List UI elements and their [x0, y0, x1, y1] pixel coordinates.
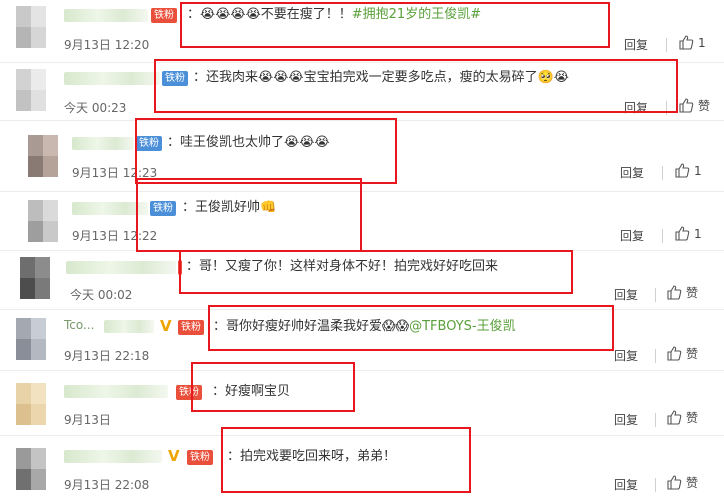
username[interactable] [104, 320, 154, 333]
reply-button[interactable]: 回复 [620, 164, 644, 181]
comment-row: 铁粉 ：😭😭😭😭不要在瘦了！！#拥抱21岁的王俊凯# 9月13日 12:20 回… [0, 0, 724, 62]
username[interactable] [72, 202, 148, 215]
vip-icon: V [160, 317, 172, 335]
reply-button[interactable]: 回复 [614, 411, 638, 428]
like-button[interactable]: 赞 [678, 97, 710, 114]
timestamp: 9月13日 12:22 [72, 229, 158, 243]
reply-button[interactable]: 回复 [624, 36, 648, 53]
comment-row: 铁粉 ：还我肉来😭😭😭宝宝拍完戏一定要多吃点，瘦的太易碎了🥺😭 今天 00:23… [0, 63, 724, 120]
thumbs-up-icon [679, 35, 694, 50]
timestamp: 9月13日 12:20 [64, 38, 150, 52]
timestamp: 9月13日 [64, 413, 111, 427]
divider [655, 349, 656, 363]
username[interactable] [72, 137, 134, 150]
like-button[interactable]: 1 [678, 34, 706, 50]
vip-icon: V [168, 447, 180, 465]
mention-link[interactable]: @TFBOYS-王俊凯 [409, 319, 516, 334]
like-button[interactable]: 赞 [666, 409, 698, 426]
reply-button[interactable]: 回复 [620, 227, 644, 244]
fan-badge: 铁粉 [150, 201, 176, 216]
username[interactable] [64, 72, 160, 85]
fan-badge: 铁粉 [176, 385, 202, 400]
thumbs-up-icon [675, 163, 690, 178]
comment-row: 铁粉 ：王俊凯好帅👊 9月13日 12:22 回复 1 [0, 192, 724, 250]
divider [666, 38, 667, 52]
comment-text: ：哇王俊凯也太帅了😭😭😭 [167, 135, 330, 150]
divider [655, 288, 656, 302]
comment-row: 铁粉 ：好瘦啊宝贝 9月13日 回复 赞 [0, 371, 724, 435]
avatar[interactable] [16, 69, 46, 111]
timestamp: 9月13日 22:18 [64, 349, 150, 363]
thumbs-up-icon [667, 410, 682, 425]
fan-badge: 铁粉 [178, 320, 204, 335]
like-button[interactable]: 赞 [666, 474, 698, 491]
username-prefix[interactable]: Tco... [64, 318, 94, 332]
timestamp: 今天 00:23 [64, 101, 127, 115]
divider [655, 478, 656, 492]
comment-row: ：哥！又瘦了你！这样对身体不好！拍完戏好好吃回来 今天 00:02 回复 赞 [0, 251, 724, 309]
avatar[interactable] [28, 135, 58, 177]
fan-badge: 铁粉 [162, 71, 188, 86]
avatar[interactable] [20, 257, 50, 299]
comment-text: ：哥！又瘦了你！这样对身体不好！拍完戏好好吃回来 [186, 259, 499, 274]
thumbs-up-icon [667, 285, 682, 300]
hashtag-link[interactable]: #拥抱21岁的王俊凯# [352, 7, 481, 22]
thumbs-up-icon [667, 475, 682, 490]
like-button[interactable]: 赞 [666, 284, 698, 301]
comment-row: V 铁粉 ：拍完戏要吃回来呀，弟弟！ 9月13日 22:08 回复 赞 [0, 436, 724, 501]
thumbs-up-icon [675, 226, 690, 241]
comment-text: ：哥你好瘦好帅好温柔我好爱😱😱@TFBOYS-王俊凯 [213, 319, 516, 334]
divider [662, 166, 663, 180]
reply-button[interactable]: 回复 [624, 99, 648, 116]
avatar[interactable] [16, 383, 46, 425]
divider [666, 101, 667, 115]
reply-button[interactable]: 回复 [614, 286, 638, 303]
divider [662, 229, 663, 243]
fan-badge [178, 260, 182, 275]
fan-badge: 铁粉 [151, 8, 177, 23]
like-button[interactable]: 1 [674, 162, 702, 178]
divider [655, 413, 656, 427]
timestamp: 今天 00:02 [70, 288, 133, 302]
comment-text: ：还我肉来😭😭😭宝宝拍完戏一定要多吃点，瘦的太易碎了🥺😭 [193, 70, 569, 85]
avatar[interactable] [16, 318, 46, 360]
reply-button[interactable]: 回复 [614, 347, 638, 364]
comment-row: Tco... V 铁粉 ：哥你好瘦好帅好温柔我好爱😱😱@TFBOYS-王俊凯 9… [0, 310, 724, 370]
thumbs-up-icon [679, 98, 694, 113]
thumbs-up-icon [667, 346, 682, 361]
comment-text: ：拍完戏要吃回来呀，弟弟！ [227, 449, 397, 464]
fan-badge: 铁粉 [136, 136, 162, 151]
username[interactable] [64, 450, 162, 463]
like-button[interactable]: 赞 [666, 345, 698, 362]
avatar[interactable] [16, 448, 46, 490]
comment-text: ：王俊凯好帅👊 [182, 200, 277, 215]
avatar[interactable] [16, 6, 46, 48]
comment-row: 铁粉 ：哇王俊凯也太帅了😭😭😭 9月13日 12:23 回复 1 [0, 121, 724, 191]
username[interactable] [64, 385, 168, 398]
timestamp: 9月13日 22:08 [64, 478, 150, 492]
timestamp: 9月13日 12:23 [72, 166, 158, 180]
fan-badge: 铁粉 [187, 450, 213, 465]
comment-text: ：好瘦啊宝贝 [212, 384, 291, 399]
avatar[interactable] [28, 200, 58, 242]
username[interactable] [66, 261, 176, 274]
comment-text: ：😭😭😭😭不要在瘦了！！#拥抱21岁的王俊凯# [187, 7, 482, 22]
username[interactable] [64, 9, 148, 22]
reply-button[interactable]: 回复 [614, 476, 638, 493]
like-button[interactable]: 1 [674, 225, 702, 241]
